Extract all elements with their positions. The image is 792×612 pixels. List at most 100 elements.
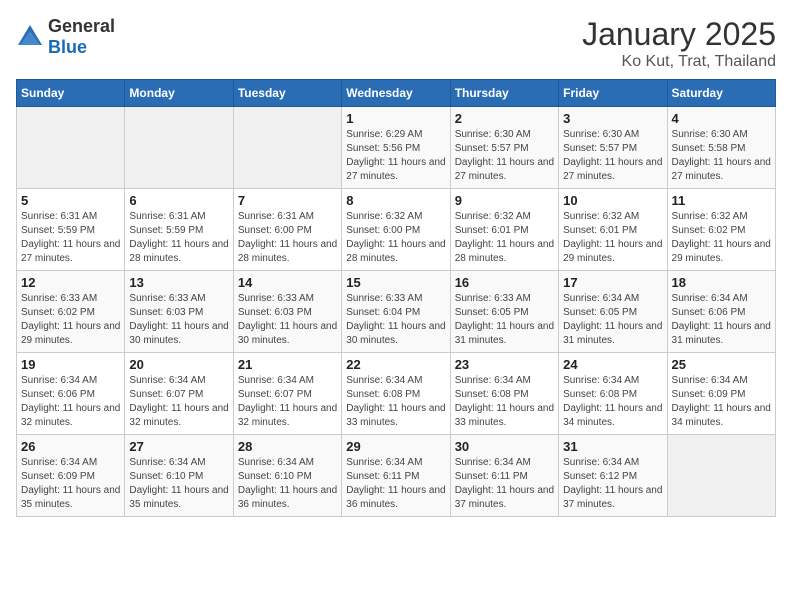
day-number: 9 [455,193,554,208]
day-info: Sunrise: 6:34 AMSunset: 6:10 PMDaylight:… [238,456,337,512]
header-sunday: Sunday [17,80,125,107]
day-info: Sunrise: 6:32 AMSunset: 6:01 PMDaylight:… [455,210,554,266]
calendar-cell: 25 Sunrise: 6:34 AMSunset: 6:09 PMDayligh… [667,353,775,435]
day-number: 31 [563,439,662,454]
day-number: 28 [238,439,337,454]
calendar-cell: 18Sunrise: 6:34 AMSunset: 6:06 PMDayligh… [667,271,775,353]
day-info: Sunrise: 6:31 AMSunset: 6:00 PMDaylight:… [238,210,337,266]
day-number: 14 [238,275,337,290]
week-row-2: 5 Sunrise: 6:31 AMSunset: 5:59 PMDaylight… [17,189,776,271]
calendar-cell [17,107,125,189]
calendar-cell: 28 Sunrise: 6:34 AMSunset: 6:10 PMDayligh… [233,435,341,517]
page-header: General Blue January 2025 Ko Kut, Trat, … [16,16,776,71]
day-info: Sunrise: 6:33 AMSunset: 6:05 PMDaylight:… [455,292,554,348]
day-number: 23 [455,357,554,372]
calendar-cell: 7 Sunrise: 6:31 AMSunset: 6:00 PMDaylight… [233,189,341,271]
calendar-cell: 1 Sunrise: 6:29 AMSunset: 5:56 PMDaylight… [342,107,450,189]
day-info: Sunrise: 6:34 AMSunset: 6:07 PMDaylight:… [129,374,228,430]
logo-icon [16,23,44,51]
day-number: 16 [455,275,554,290]
week-row-4: 19 Sunrise: 6:34 AMSunset: 6:06 PMDayligh… [17,353,776,435]
day-number: 4 [672,111,771,126]
day-info: Sunrise: 6:34 AMSunset: 6:10 PMDaylight:… [129,456,228,512]
day-number: 15 [346,275,445,290]
day-info: Sunrise: 6:30 AMSunset: 5:57 PMDaylight:… [455,128,554,184]
calendar-subtitle: Ko Kut, Trat, Thailand [582,53,776,71]
calendar-cell: 2Sunrise: 6:30 AMSunset: 5:57 PMDaylight… [450,107,558,189]
calendar-cell: 17 Sunrise: 6:34 AMSunset: 6:05 PMDayligh… [559,271,667,353]
day-number: 25 [672,357,771,372]
calendar-cell: 5 Sunrise: 6:31 AMSunset: 5:59 PMDaylight… [17,189,125,271]
day-info: Sunrise: 6:34 AMSunset: 6:11 PMDaylight:… [455,456,554,512]
header-saturday: Saturday [667,80,775,107]
calendar-cell: 30 Sunrise: 6:34 AMSunset: 6:11 PMDayligh… [450,435,558,517]
day-number: 30 [455,439,554,454]
day-info: Sunrise: 6:33 AMSunset: 6:02 PMDaylight:… [21,292,120,348]
day-info: Sunrise: 6:31 AMSunset: 5:59 PMDaylight:… [21,210,120,266]
calendar-table: SundayMondayTuesdayWednesdayThursdayFrid… [16,79,776,517]
day-info: Sunrise: 6:34 AMSunset: 6:08 PMDaylight:… [346,374,445,430]
day-info: Sunrise: 6:32 AMSunset: 6:02 PMDaylight:… [672,210,771,266]
calendar-cell: 31 Sunrise: 6:34 AMSunset: 6:12 PMDayligh… [559,435,667,517]
calendar-cell: 20 Sunrise: 6:34 AMSunset: 6:07 PMDayligh… [125,353,233,435]
day-info: Sunrise: 6:34 AMSunset: 6:12 PMDaylight:… [563,456,662,512]
header-row: SundayMondayTuesdayWednesdayThursdayFrid… [17,80,776,107]
week-row-3: 12 Sunrise: 6:33 AMSunset: 6:02 PMDayligh… [17,271,776,353]
header-wednesday: Wednesday [342,80,450,107]
day-number: 5 [21,193,120,208]
header-friday: Friday [559,80,667,107]
day-info: Sunrise: 6:34 AMSunset: 6:08 PMDaylight:… [455,374,554,430]
calendar-cell: 16 Sunrise: 6:33 AMSunset: 6:05 PMDayligh… [450,271,558,353]
calendar-cell: 26Sunrise: 6:34 AMSunset: 6:09 PMDayligh… [17,435,125,517]
day-number: 8 [346,193,445,208]
calendar-cell: 27 Sunrise: 6:34 AMSunset: 6:10 PMDayligh… [125,435,233,517]
header-thursday: Thursday [450,80,558,107]
calendar-cell: 12 Sunrise: 6:33 AMSunset: 6:02 PMDayligh… [17,271,125,353]
logo-blue: Blue [48,37,87,57]
day-info: Sunrise: 6:34 AMSunset: 6:05 PMDaylight:… [563,292,662,348]
calendar-cell [667,435,775,517]
title-block: January 2025 Ko Kut, Trat, Thailand [582,16,776,71]
calendar-cell: 13 Sunrise: 6:33 AMSunset: 6:03 PMDayligh… [125,271,233,353]
calendar-cell: 15 Sunrise: 6:33 AMSunset: 6:04 PMDayligh… [342,271,450,353]
day-number: 6 [129,193,228,208]
day-number: 19 [21,357,120,372]
day-number: 17 [563,275,662,290]
day-info: Sunrise: 6:34 AMSunset: 6:08 PMDaylight:… [563,374,662,430]
calendar-cell: 19 Sunrise: 6:34 AMSunset: 6:06 PMDayligh… [17,353,125,435]
day-info: Sunrise: 6:33 AMSunset: 6:04 PMDaylight:… [346,292,445,348]
day-info: Sunrise: 6:34 AMSunset: 6:09 PMDaylight:… [21,456,120,512]
logo: General Blue [16,16,115,58]
logo-general: General [48,16,115,36]
day-number: 1 [346,111,445,126]
calendar-cell: 24 Sunrise: 6:34 AMSunset: 6:08 PMDayligh… [559,353,667,435]
day-info: Sunrise: 6:34 AMSunset: 6:06 PMDaylight:… [672,292,771,348]
day-info: Sunrise: 6:29 AMSunset: 5:56 PMDaylight:… [346,128,445,184]
header-tuesday: Tuesday [233,80,341,107]
day-info: Sunrise: 6:33 AMSunset: 6:03 PMDaylight:… [129,292,228,348]
day-number: 24 [563,357,662,372]
calendar-cell: 3Sunrise: 6:30 AMSunset: 5:57 PMDaylight… [559,107,667,189]
day-number: 21 [238,357,337,372]
calendar-body: 1 Sunrise: 6:29 AMSunset: 5:56 PMDaylight… [17,107,776,517]
day-number: 12 [21,275,120,290]
day-number: 7 [238,193,337,208]
calendar-title: January 2025 [582,16,776,53]
week-row-5: 26Sunrise: 6:34 AMSunset: 6:09 PMDayligh… [17,435,776,517]
calendar-cell: 8Sunrise: 6:32 AMSunset: 6:00 PMDaylight… [342,189,450,271]
day-info: Sunrise: 6:34 AMSunset: 6:06 PMDaylight:… [21,374,120,430]
day-number: 29 [346,439,445,454]
day-number: 13 [129,275,228,290]
day-info: Sunrise: 6:34 AMSunset: 6:11 PMDaylight:… [346,456,445,512]
day-info: Sunrise: 6:34 AMSunset: 6:09 PMDaylight:… [672,374,771,430]
calendar-cell: 14Sunrise: 6:33 AMSunset: 6:03 PMDayligh… [233,271,341,353]
week-row-1: 1 Sunrise: 6:29 AMSunset: 5:56 PMDaylight… [17,107,776,189]
header-monday: Monday [125,80,233,107]
calendar-cell: 22Sunrise: 6:34 AMSunset: 6:08 PMDayligh… [342,353,450,435]
day-number: 10 [563,193,662,208]
day-number: 20 [129,357,228,372]
day-number: 3 [563,111,662,126]
day-info: Sunrise: 6:34 AMSunset: 6:07 PMDaylight:… [238,374,337,430]
calendar-cell: 21 Sunrise: 6:34 AMSunset: 6:07 PMDayligh… [233,353,341,435]
day-number: 27 [129,439,228,454]
